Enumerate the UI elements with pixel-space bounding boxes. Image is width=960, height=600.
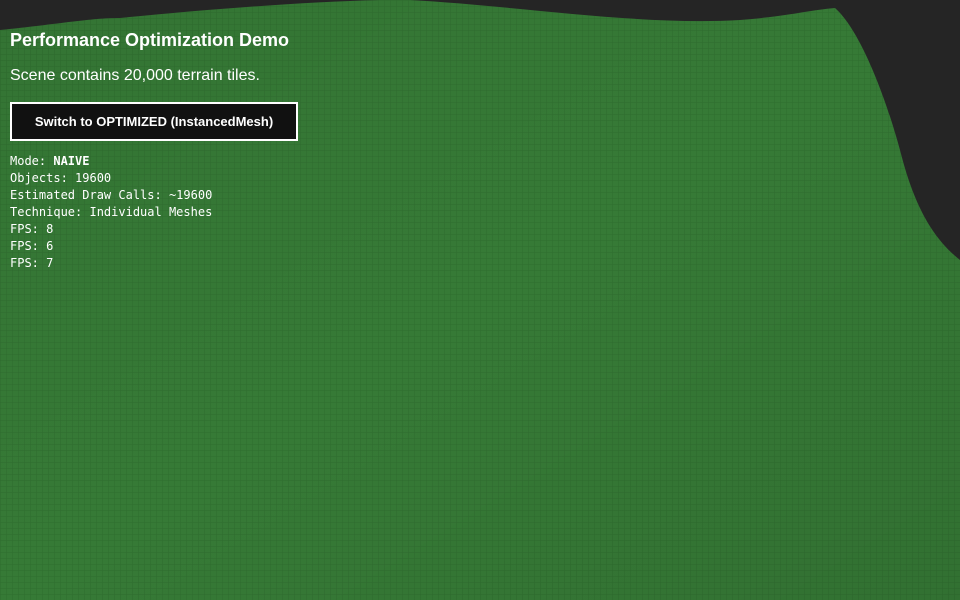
stat-draw-calls: Estimated Draw Calls: ~19600: [10, 188, 213, 202]
stat-technique: Technique: Individual Meshes: [10, 205, 213, 219]
mode-value: NAIVE: [53, 154, 90, 168]
stat-objects: Objects: 19600: [10, 171, 112, 185]
stat-fps: FPS: 6: [10, 239, 54, 253]
page-title: Performance Optimization Demo: [10, 30, 290, 50]
info-overlay: Performance Optimization Demo Scene cont…: [10, 28, 298, 272]
stat-mode: Mode: NAIVE: [10, 154, 90, 168]
scene-description: Scene contains 20,000 terrain tiles.: [10, 67, 260, 84]
switch-mode-button[interactable]: Switch to OPTIMIZED (InstancedMesh): [10, 102, 298, 141]
stats-panel: Mode: NAIVE Objects: 19600 Estimated Dra…: [10, 153, 298, 272]
stat-fps: FPS: 7: [10, 256, 54, 270]
stat-fps: FPS: 8: [10, 222, 54, 236]
render-viewport[interactable]: Performance Optimization Demo Scene cont…: [0, 0, 960, 600]
